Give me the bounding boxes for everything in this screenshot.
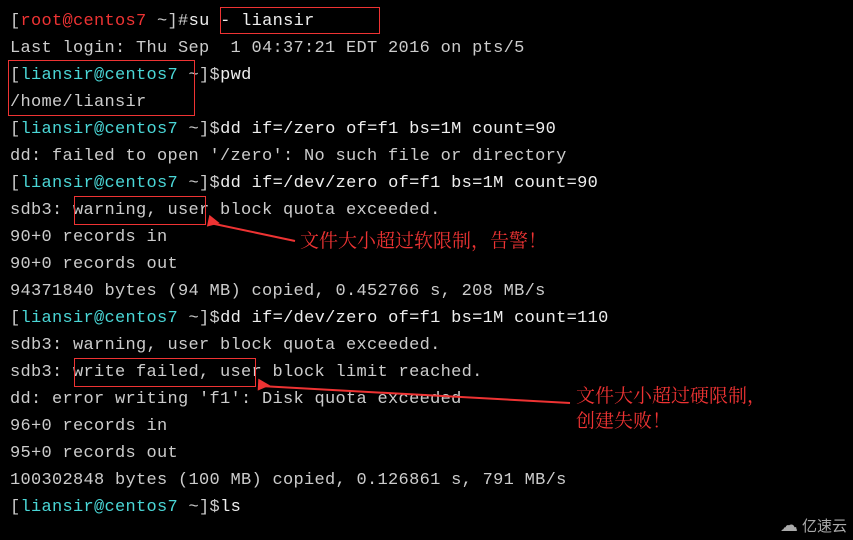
terminal-segment: 90+0 records in	[10, 228, 168, 247]
terminal-segment: ~]$	[178, 309, 220, 328]
annotation-text: 创建失败！	[576, 408, 671, 432]
terminal-line: 96+0 records in	[10, 413, 843, 440]
terminal-segment: liansir@centos7	[21, 174, 179, 193]
terminal-segment: root@centos7	[21, 12, 147, 31]
terminal-segment: pwd	[220, 66, 252, 85]
terminal-segment: 95+0 records out	[10, 444, 178, 463]
terminal-segment: [	[10, 174, 21, 193]
terminal-segment: ~]$	[178, 120, 220, 139]
terminal-segment: /home/liansir	[10, 93, 147, 112]
terminal-segment: 90+0 records out	[10, 255, 178, 274]
terminal-segment: sdb3: warning, user block quota exceeded…	[10, 336, 441, 355]
terminal-segment: liansir@centos7	[21, 498, 179, 517]
terminal-segment: liansir@centos7	[21, 66, 179, 85]
terminal-segment: ~]$	[178, 66, 220, 85]
terminal-segment: [	[10, 120, 21, 139]
terminal-segment: ~]$	[178, 498, 220, 517]
terminal-line: 100302848 bytes (100 MB) copied, 0.12686…	[10, 467, 843, 494]
terminal-segment: ~]#	[147, 12, 189, 31]
terminal-segment: su - liansir	[189, 12, 315, 31]
terminal-line: sdb3: warning, user block quota exceeded…	[10, 197, 843, 224]
watermark: ☁ 亿速云	[780, 515, 847, 536]
terminal-line: [liansir@centos7 ~]$pwd	[10, 62, 843, 89]
terminal-line: 94371840 bytes (94 MB) copied, 0.452766 …	[10, 278, 843, 305]
terminal-segment: [	[10, 309, 21, 328]
terminal-segment: liansir@centos7	[21, 120, 179, 139]
terminal-segment: sdb3: warning, user block quota exceeded…	[10, 201, 441, 220]
terminal-segment: dd: error writing 'f1': Disk quota excee…	[10, 390, 462, 409]
terminal-segment: dd: failed to open '/zero': No such file…	[10, 147, 567, 166]
terminal-line: [liansir@centos7 ~]$dd if=/dev/zero of=f…	[10, 170, 843, 197]
terminal-segment: dd if=/dev/zero of=f1 bs=1M count=110	[220, 309, 609, 328]
terminal-segment: ~]$	[178, 174, 220, 193]
terminal-segment: liansir@centos7	[21, 309, 179, 328]
terminal-line: [liansir@centos7 ~]$dd if=/zero of=f1 bs…	[10, 116, 843, 143]
terminal-line: /home/liansir	[10, 89, 843, 116]
terminal-line: sdb3: warning, user block quota exceeded…	[10, 332, 843, 359]
terminal-line: [root@centos7 ~]#su - liansir	[10, 8, 843, 35]
terminal-segment: ls	[220, 498, 241, 517]
terminal-line: 90+0 records out	[10, 251, 843, 278]
terminal-line: Last login: Thu Sep 1 04:37:21 EDT 2016 …	[10, 35, 843, 62]
terminal-segment: dd if=/dev/zero of=f1 bs=1M count=90	[220, 174, 598, 193]
terminal-segment: [	[10, 12, 21, 31]
terminal-segment: 100302848 bytes (100 MB) copied, 0.12686…	[10, 471, 567, 490]
terminal-segment: 94371840 bytes (94 MB) copied, 0.452766 …	[10, 282, 546, 301]
terminal-output: [root@centos7 ~]#su - liansirLast login:…	[0, 0, 853, 521]
terminal-segment: sdb3: write failed, user block limit rea…	[10, 363, 483, 382]
terminal-segment: [	[10, 66, 21, 85]
watermark-text: 亿速云	[802, 515, 847, 536]
cloud-icon: ☁	[780, 515, 798, 536]
terminal-segment: Last login: Thu Sep 1 04:37:21 EDT 2016 …	[10, 39, 525, 58]
terminal-line: 95+0 records out	[10, 440, 843, 467]
terminal-line: [liansir@centos7 ~]$ls	[10, 494, 843, 521]
annotation-text: 文件大小超过软限制，告警！	[300, 228, 547, 252]
annotation-text: 文件大小超过硬限制，	[576, 383, 766, 407]
terminal-line: dd: failed to open '/zero': No such file…	[10, 143, 843, 170]
terminal-segment: [	[10, 498, 21, 517]
terminal-segment: dd if=/zero of=f1 bs=1M count=90	[220, 120, 556, 139]
terminal-segment: 96+0 records in	[10, 417, 168, 436]
terminal-line: [liansir@centos7 ~]$dd if=/dev/zero of=f…	[10, 305, 843, 332]
